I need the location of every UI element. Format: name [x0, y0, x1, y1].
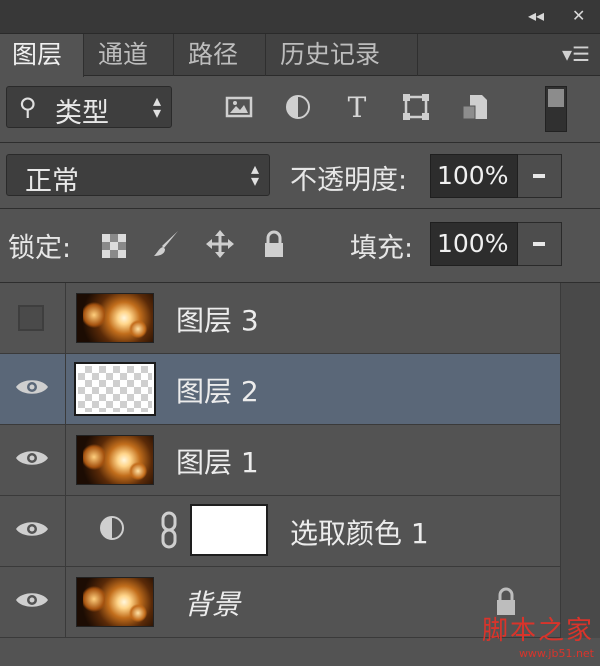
- blend-mode-select[interactable]: 正常 ▴ ▾: [6, 154, 270, 197]
- panel-menu-icon[interactable]: ▾☰: [562, 42, 590, 66]
- visibility-off-box: [18, 305, 44, 331]
- layer-name: 选取颜色 1: [290, 517, 429, 550]
- fill-label: 填充:: [350, 233, 414, 264]
- layer-name: 图层 1: [176, 446, 259, 479]
- lock-image-pixels-icon[interactable]: [150, 228, 182, 260]
- close-panel-button[interactable]: ✕: [572, 6, 585, 25]
- adjustment-filter-icon[interactable]: [283, 92, 313, 122]
- eye-icon: [16, 593, 48, 607]
- visibility-toggle[interactable]: [0, 567, 66, 637]
- layer-thumbnail: [76, 435, 154, 485]
- opacity-label: 不透明度:: [290, 165, 408, 196]
- lock-position-icon[interactable]: [204, 228, 236, 260]
- filter-toggle-switch[interactable]: [545, 86, 567, 132]
- layer-row[interactable]: 图层 1: [0, 425, 560, 496]
- visibility-toggle[interactable]: [0, 425, 66, 495]
- tab-history[interactable]: 历史记录: [268, 34, 418, 76]
- fill-input[interactable]: 100%: [430, 222, 518, 266]
- tab-paths[interactable]: 路径: [176, 34, 266, 76]
- shape-filter-icon[interactable]: [401, 92, 431, 122]
- lock-all-icon[interactable]: [258, 228, 290, 260]
- eye-icon: [16, 522, 48, 536]
- layer-name: 背景: [184, 588, 241, 621]
- layer-row-adjustment[interactable]: 选取颜色 1: [0, 496, 560, 567]
- type-filter-icon[interactable]: T: [342, 91, 372, 124]
- eye-icon: [16, 380, 48, 394]
- layer-row-selected[interactable]: 图层 2: [0, 354, 560, 425]
- lock-transparent-pixels-icon[interactable]: [98, 230, 130, 262]
- layer-row[interactable]: 图层 3: [0, 283, 560, 354]
- watermark-text: 脚本之家: [481, 616, 594, 646]
- eye-icon: [16, 451, 48, 465]
- site-watermark: 脚本之家 www.jb51.net: [482, 610, 594, 660]
- adjustment-layer-icon: [100, 516, 124, 540]
- tab-channels[interactable]: 通道: [86, 34, 174, 76]
- blend-mode-value: 正常: [25, 166, 79, 197]
- visibility-toggle[interactable]: [0, 354, 66, 424]
- blend-row: 正常 ▴ ▾ 不透明度: 100%: [0, 142, 600, 208]
- layer-filter-bar: ⚲ 类型 ▴ ▾ T: [0, 76, 600, 142]
- filter-kind-label: 类型: [55, 98, 109, 129]
- smart-object-filter-icon[interactable]: [460, 92, 490, 122]
- watermark-url: www.jb51.net: [518, 647, 594, 660]
- layer-name: 图层 3: [176, 304, 259, 337]
- layers-list: 图层 3 图层 2 图层 1 选取颜色 1 背景: [0, 283, 560, 638]
- svg-text:T: T: [348, 92, 367, 122]
- panel-tabs: 图层 通道 路径 历史记录 ▾☰: [0, 34, 600, 77]
- layer-thumbnail: [76, 293, 154, 343]
- select-arrows-icon: ▴ ▾: [152, 91, 161, 122]
- collapse-panel-button[interactable]: ◂◂: [528, 6, 544, 25]
- tab-layers[interactable]: 图层: [0, 34, 84, 77]
- lock-row: 锁定: 填充: 100%: [0, 208, 600, 282]
- link-chain-icon[interactable]: [158, 510, 180, 550]
- layer-thumbnail: [76, 577, 154, 627]
- filter-kind-select[interactable]: ⚲ 类型 ▴ ▾: [6, 86, 172, 129]
- layer-row-background[interactable]: 背景: [0, 567, 560, 638]
- opacity-input[interactable]: 100%: [430, 154, 518, 198]
- layer-thumbnail-transparent: [74, 362, 156, 416]
- select-arrows-icon: ▴ ▾: [250, 159, 259, 190]
- panel-title-bar: ◂◂ ✕: [0, 0, 600, 34]
- fill-slider-button[interactable]: [518, 222, 562, 266]
- visibility-toggle[interactable]: [0, 496, 66, 566]
- visibility-toggle[interactable]: [0, 283, 66, 353]
- layers-scrollbar[interactable]: [560, 283, 600, 638]
- search-icon: ⚲: [19, 93, 37, 121]
- opacity-slider-button[interactable]: [518, 154, 562, 198]
- lock-label: 锁定:: [8, 233, 72, 264]
- layer-name: 图层 2: [176, 375, 259, 408]
- layer-mask-thumbnail[interactable]: [190, 504, 268, 556]
- image-filter-icon[interactable]: [224, 92, 254, 122]
